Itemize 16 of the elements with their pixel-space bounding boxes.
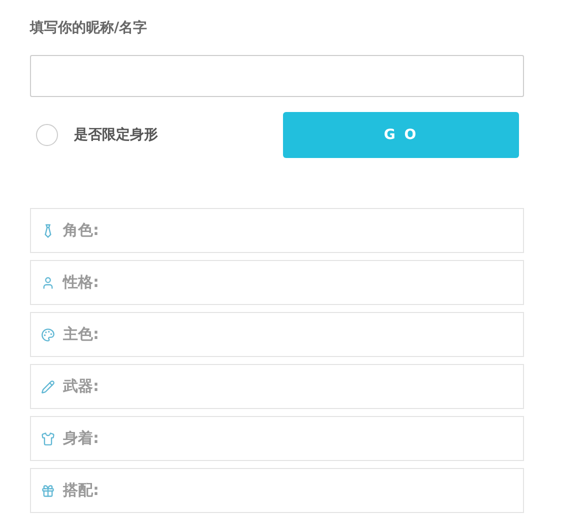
result-label: 角色:	[63, 220, 99, 242]
shirt-icon	[41, 432, 55, 446]
result-label: 主色:	[63, 324, 99, 346]
name-label: 填写你的昵称/名字	[30, 18, 148, 38]
result-label: 身着:	[63, 428, 99, 450]
user-icon	[41, 276, 55, 290]
pencil-icon	[41, 380, 55, 394]
palette-icon	[41, 328, 55, 342]
radio-button[interactable]	[36, 124, 58, 146]
result-label: 性格:	[63, 272, 99, 294]
gift-icon	[41, 484, 55, 498]
go-button[interactable]: G O	[283, 112, 519, 158]
name-field[interactable]	[30, 55, 524, 97]
limit-option-label: 是否限定身形	[74, 126, 158, 144]
result-label: 搭配:	[63, 480, 99, 502]
result-label: 武器:	[63, 376, 99, 398]
